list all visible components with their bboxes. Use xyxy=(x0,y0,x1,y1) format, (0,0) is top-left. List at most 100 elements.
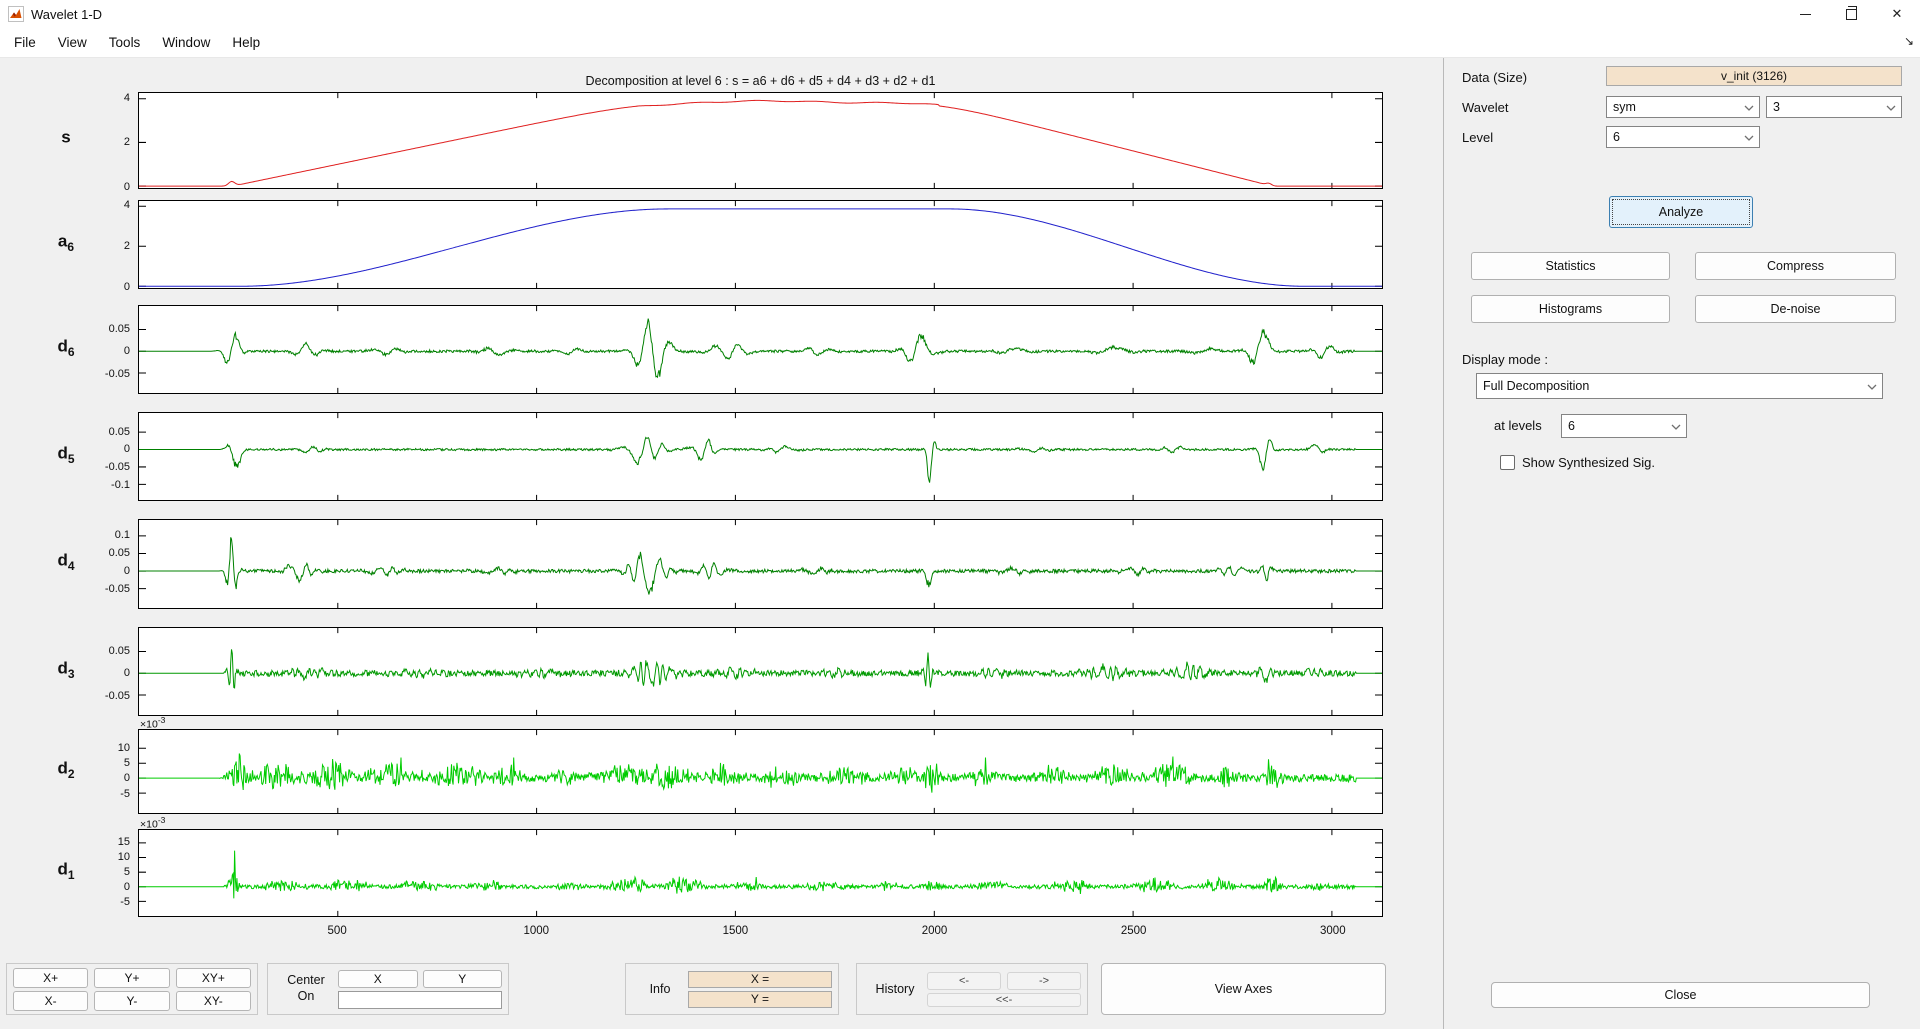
plot-axes-d3[interactable] xyxy=(138,627,1383,716)
plot-axes-d4[interactable] xyxy=(138,519,1383,609)
y-axis-d5: 0.050-0.05-0.1 xyxy=(88,412,134,501)
info-label: Info xyxy=(632,982,688,996)
y-tick-label: 0 xyxy=(124,772,130,784)
close-button[interactable]: ✕ xyxy=(1874,0,1920,28)
y-axis-d6: 0.050-0.05 xyxy=(88,305,134,394)
menu-tools[interactable]: Tools xyxy=(99,30,151,55)
axis-tick-marks xyxy=(139,201,1382,288)
x-tick-label: 1500 xyxy=(713,925,757,937)
history-group: History <- -> <<- xyxy=(856,963,1088,1015)
menu-bar: File View Tools Window Help ↘ xyxy=(0,28,1920,58)
zoom-y-plus-button[interactable]: Y+ xyxy=(94,968,169,988)
axis-tick-marks xyxy=(139,830,1382,916)
level-select[interactable]: 6 xyxy=(1606,126,1760,148)
y-tick-label: 0 xyxy=(124,181,130,193)
at-levels-select[interactable]: 6 xyxy=(1561,414,1687,438)
zoom-x-plus-button[interactable]: X+ xyxy=(13,968,88,988)
y-tick-label: 0.05 xyxy=(109,323,130,335)
plot-axes-s[interactable] xyxy=(138,92,1383,189)
x-tick-label: 2000 xyxy=(913,925,957,937)
plot-axes-d6[interactable] xyxy=(138,305,1383,394)
x-tick-label: 3000 xyxy=(1311,925,1355,937)
show-synthesized-label: Show Synthesized Sig. xyxy=(1522,455,1655,470)
center-value-input[interactable] xyxy=(338,991,502,1009)
history-label: History xyxy=(863,982,927,996)
y-tick-label: 0 xyxy=(124,881,130,893)
wavelet-family-select[interactable]: sym xyxy=(1606,96,1760,118)
plot-row-d4: d4 0.10.050-0.05 xyxy=(0,519,1443,609)
wavelet-number-select[interactable]: 3 xyxy=(1766,96,1902,118)
signal-label-a6: a6 xyxy=(38,231,94,253)
display-mode-label: Display mode : xyxy=(1462,352,1548,367)
y-tick-label: 0.05 xyxy=(109,426,130,438)
history-forward-button[interactable]: -> xyxy=(1007,972,1081,990)
show-synthesized-checkbox[interactable] xyxy=(1500,455,1515,470)
plot-row-s: s 420 xyxy=(0,92,1443,189)
plot-row-d5: d5 0.050-0.05-0.1 xyxy=(0,412,1443,501)
signal-path-d6 xyxy=(139,319,1382,378)
signal-label-d4: d4 xyxy=(38,551,94,573)
y-tick-label: 0.05 xyxy=(109,645,130,657)
dock-arrow-icon[interactable]: ↘ xyxy=(1904,34,1914,48)
signal-label-d5: d5 xyxy=(38,443,94,465)
compress-button[interactable]: Compress xyxy=(1695,252,1896,280)
signal-label-d2: d2 xyxy=(38,758,94,780)
y-tick-label: -5 xyxy=(120,896,130,908)
menu-help[interactable]: Help xyxy=(222,30,270,55)
statistics-button[interactable]: Statistics xyxy=(1471,252,1670,280)
signal-path-d1 xyxy=(139,851,1382,899)
y-axis-d4: 0.10.050-0.05 xyxy=(88,519,134,609)
center-x-button[interactable]: X xyxy=(338,970,418,988)
menu-view[interactable]: View xyxy=(48,30,97,55)
zoom-xy-plus-button[interactable]: XY+ xyxy=(176,968,251,988)
restore-button[interactable] xyxy=(1828,0,1874,28)
zoom-xy-minus-button[interactable]: XY- xyxy=(176,991,251,1011)
signal-path-s xyxy=(139,100,1382,186)
window-title: Wavelet 1-D xyxy=(31,7,102,22)
menu-file[interactable]: File xyxy=(4,30,46,55)
signal-path-d5 xyxy=(139,437,1382,482)
plot-row-d1: ×10-3 d1 151050-5 xyxy=(0,829,1443,917)
plot-row-d2: ×10-3 d2 1050-5 xyxy=(0,729,1443,814)
matlab-logo-icon xyxy=(8,6,24,22)
y-tick-label: 5 xyxy=(124,866,130,878)
denoise-button[interactable]: De-noise xyxy=(1695,295,1896,323)
info-y-field: Y = xyxy=(688,991,832,1008)
minimize-icon xyxy=(1800,14,1811,15)
wavelet-label: Wavelet xyxy=(1462,100,1508,115)
plot-axes-a6[interactable] xyxy=(138,200,1383,289)
y-tick-label: -0.05 xyxy=(105,690,130,702)
menu-window[interactable]: Window xyxy=(152,30,220,55)
control-panel: Data (Size) v_init (3126) Wavelet sym 3 … xyxy=(1443,58,1920,1029)
zoom-x-minus-button[interactable]: X- xyxy=(13,991,88,1011)
y-axis-s: 420 xyxy=(88,92,134,189)
plot-row-d3: d3 0.050-0.05 xyxy=(0,627,1443,716)
y-tick-label: -0.05 xyxy=(105,368,130,380)
chevron-down-icon xyxy=(1671,424,1681,430)
signal-path-a6 xyxy=(139,209,1382,286)
y-tick-label: -5 xyxy=(120,788,130,800)
chevron-down-icon xyxy=(1886,105,1896,111)
history-rewind-button[interactable]: <<- xyxy=(927,993,1081,1007)
y-axis-d2: 1050-5 xyxy=(88,729,134,814)
signal-label-d6: d6 xyxy=(38,336,94,358)
center-y-button[interactable]: Y xyxy=(423,970,503,988)
plot-axes-d1[interactable] xyxy=(138,829,1383,917)
y-tick-label: 0.1 xyxy=(115,529,130,541)
analyze-button[interactable]: Analyze xyxy=(1609,196,1753,228)
x-axis-labels: 50010001500200025003000 xyxy=(138,925,1383,941)
data-size-label: Data (Size) xyxy=(1462,70,1527,85)
at-levels-label: at levels xyxy=(1494,418,1542,433)
restore-icon xyxy=(1846,9,1857,20)
plot-axes-d5[interactable] xyxy=(138,412,1383,501)
history-back-button[interactable]: <- xyxy=(927,972,1001,990)
close-panel-button[interactable]: Close xyxy=(1491,982,1870,1008)
view-axes-button[interactable]: View Axes xyxy=(1101,963,1386,1015)
minimize-button[interactable] xyxy=(1782,0,1828,28)
histograms-button[interactable]: Histograms xyxy=(1471,295,1670,323)
plot-axes-d2[interactable] xyxy=(138,729,1383,814)
signal-path-d3 xyxy=(139,649,1382,688)
display-mode-select[interactable]: Full Decomposition xyxy=(1476,373,1883,399)
zoom-y-minus-button[interactable]: Y- xyxy=(94,991,169,1011)
y-tick-label: 10 xyxy=(118,742,130,754)
